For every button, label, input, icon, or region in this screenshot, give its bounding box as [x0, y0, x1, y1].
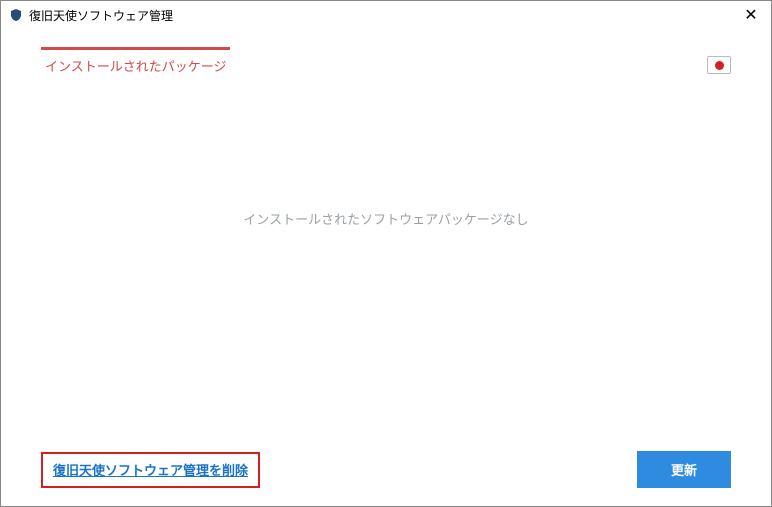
delete-software-link[interactable]: 復旧天使ソフトウェア管理を削除 — [53, 463, 248, 478]
empty-state-message: インストールされたソフトウェアパッケージなし — [1, 209, 771, 228]
japan-flag-icon — [715, 61, 724, 70]
close-icon: ✕ — [744, 5, 757, 25]
window-title: 復旧天使ソフトウェア管理 — [29, 7, 173, 24]
titlebar: 復旧天使ソフトウェア管理 ✕ — [1, 1, 771, 29]
tabs-row: インストールされたパッケージ — [41, 29, 731, 83]
delete-link-highlight: 復旧天使ソフトウェア管理を削除 — [41, 452, 260, 488]
update-button[interactable]: 更新 — [637, 451, 731, 488]
footer: 復旧天使ソフトウェア管理を削除 更新 — [41, 451, 731, 488]
close-button[interactable]: ✕ — [731, 1, 771, 29]
tab-label: インストールされたパッケージ — [45, 59, 226, 74]
content-area: インストールされたパッケージ インストールされたソフトウェアパッケージなし 復旧… — [1, 29, 771, 506]
language-selector[interactable] — [707, 56, 731, 74]
tab-installed-packages[interactable]: インストールされたパッケージ — [41, 47, 230, 83]
app-icon — [9, 8, 23, 22]
